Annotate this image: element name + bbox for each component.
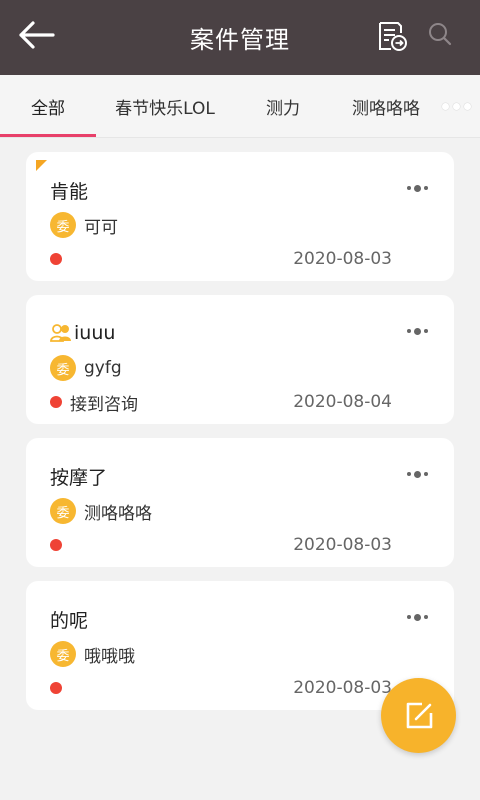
tab-spring-festival[interactable]: 春节快乐LOL	[100, 75, 230, 138]
new-case-button[interactable]	[381, 678, 456, 753]
case-title: 的呢	[50, 609, 89, 632]
client-badge: 委	[50, 212, 76, 238]
app-bar: 案件管理	[0, 0, 480, 75]
case-menu-button[interactable]	[404, 180, 430, 196]
tab-all[interactable]: 全部	[0, 75, 96, 138]
more-tabs-button[interactable]	[436, 75, 476, 138]
client-badge: 委	[50, 641, 76, 667]
tab-ceggg[interactable]: 测咯咯咯	[338, 75, 434, 138]
case-date: 2020-08-03	[293, 678, 392, 698]
tab-celi[interactable]: 测力	[250, 75, 316, 138]
search-button[interactable]	[422, 16, 458, 52]
flag-corner-icon	[36, 160, 47, 171]
back-arrow-icon	[19, 21, 55, 49]
case-title: iuuu	[74, 322, 116, 344]
status-dot-icon	[50, 253, 62, 265]
client-badge: 委	[50, 355, 76, 381]
case-status: 接到咨询	[70, 394, 138, 415]
active-tab-indicator	[0, 134, 96, 137]
case-date: 2020-08-03	[293, 249, 392, 269]
back-button[interactable]	[14, 17, 58, 53]
page-title: 案件管理	[190, 26, 290, 54]
status-dot-icon	[50, 396, 62, 408]
search-icon	[429, 23, 452, 46]
status-dot-icon	[50, 539, 62, 551]
client-name: 测咯咯咯	[84, 503, 152, 524]
case-date: 2020-08-03	[293, 535, 392, 555]
export-button[interactable]	[372, 16, 412, 56]
case-date: 2020-08-04	[293, 392, 392, 412]
case-card[interactable]: iuuu 委 gyfg 接到咨询 2020-08-04	[26, 295, 454, 424]
status-dot-icon	[50, 682, 62, 694]
case-title: 肯能	[50, 180, 89, 203]
case-title: 按摩了	[50, 466, 108, 489]
category-tabs: 全部 春节快乐LOL 测力 测咯咯咯	[0, 75, 480, 138]
more-dot-icon	[463, 103, 471, 110]
client-name: 哦哦哦	[84, 646, 135, 667]
group-icon	[50, 324, 71, 342]
case-menu-button[interactable]	[404, 323, 430, 339]
edit-icon	[406, 702, 432, 728]
client-name: 可可	[84, 217, 118, 238]
document-export-icon	[379, 22, 407, 51]
case-card[interactable]: 按摩了 委 测咯咯咯 2020-08-03	[26, 438, 454, 567]
more-dot-icon	[452, 103, 460, 110]
case-menu-button[interactable]	[404, 609, 430, 625]
client-badge: 委	[50, 498, 76, 524]
more-dot-icon	[441, 103, 449, 110]
client-name: gyfg	[84, 358, 122, 378]
case-card[interactable]: 肯能 委 可可 2020-08-03	[26, 152, 454, 281]
case-menu-button[interactable]	[404, 466, 430, 482]
